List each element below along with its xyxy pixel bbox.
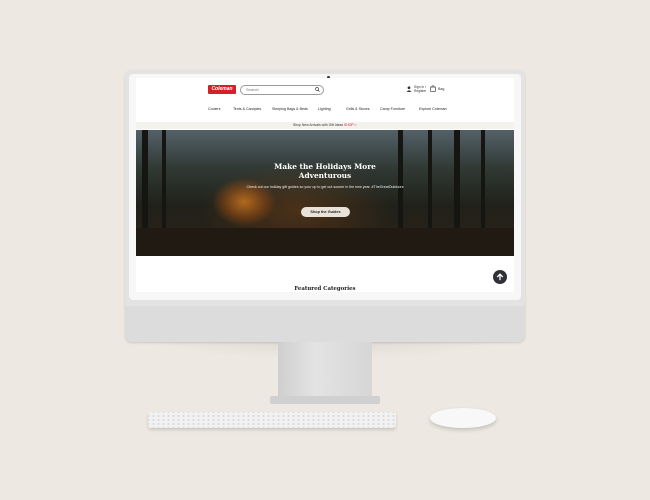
featured-categories-heading: Featured Categories <box>294 286 356 292</box>
hero-overlay <box>136 130 514 256</box>
keyboard <box>148 412 396 428</box>
website-screen: Coleman Search Sign In / Register Bag Co… <box>136 78 514 292</box>
hero-subtitle: Check out our holiday gift guides so you… <box>246 185 404 189</box>
bag-link[interactable]: Bag <box>430 85 450 95</box>
nav-camp-furniture[interactable]: Camp Furniture <box>380 107 405 111</box>
mouse <box>430 408 496 428</box>
search-icon[interactable] <box>315 87 320 92</box>
arrow-up-icon <box>496 273 504 281</box>
site-header: Coleman Search Sign In / Register Bag Co… <box>136 78 514 120</box>
coleman-logo[interactable]: Coleman <box>208 85 236 94</box>
nav-grills-stoves[interactable]: Grills & Stoves <box>346 107 370 111</box>
bag-label: Bag <box>438 87 445 91</box>
nav-explore-coleman[interactable]: Explore Coleman <box>419 107 447 111</box>
promo-text: Shop New Arrivals with Gift Ideas <box>293 123 344 127</box>
nav-sleeping-bags-beds[interactable]: Sleeping Bags & Beds <box>272 107 308 111</box>
shop-the-guides-button[interactable]: Shop the Guides <box>301 207 350 217</box>
main-nav: Coolers Tents & Canopies Sleeping Bags &… <box>136 107 514 115</box>
promo-banner: Shop New Arrivals with Gift Ideas SHOP > <box>136 122 514 129</box>
promo-link[interactable]: SHOP > <box>344 123 356 127</box>
desktop-scene: Coleman Search Sign In / Register Bag Co… <box>0 0 650 500</box>
search-input[interactable]: Search <box>240 85 324 95</box>
hero-title: Make the Holidays More Adventurous <box>274 162 376 180</box>
monitor-stand <box>278 342 372 400</box>
account-line2: Register <box>414 89 427 93</box>
hero-banner: Make the Holidays More Adventurous Check… <box>136 130 514 256</box>
nav-tents-canopies[interactable]: Tents & Canopies <box>233 107 261 111</box>
monitor-stand-base <box>270 396 380 404</box>
monitor-chin <box>125 306 525 342</box>
back-to-top-button[interactable] <box>493 270 507 284</box>
search-placeholder: Search <box>246 87 259 92</box>
nav-coolers[interactable]: Coolers <box>208 107 220 111</box>
nav-lighting[interactable]: Lighting <box>318 107 331 111</box>
bag-icon <box>430 85 436 92</box>
user-icon <box>406 86 412 92</box>
